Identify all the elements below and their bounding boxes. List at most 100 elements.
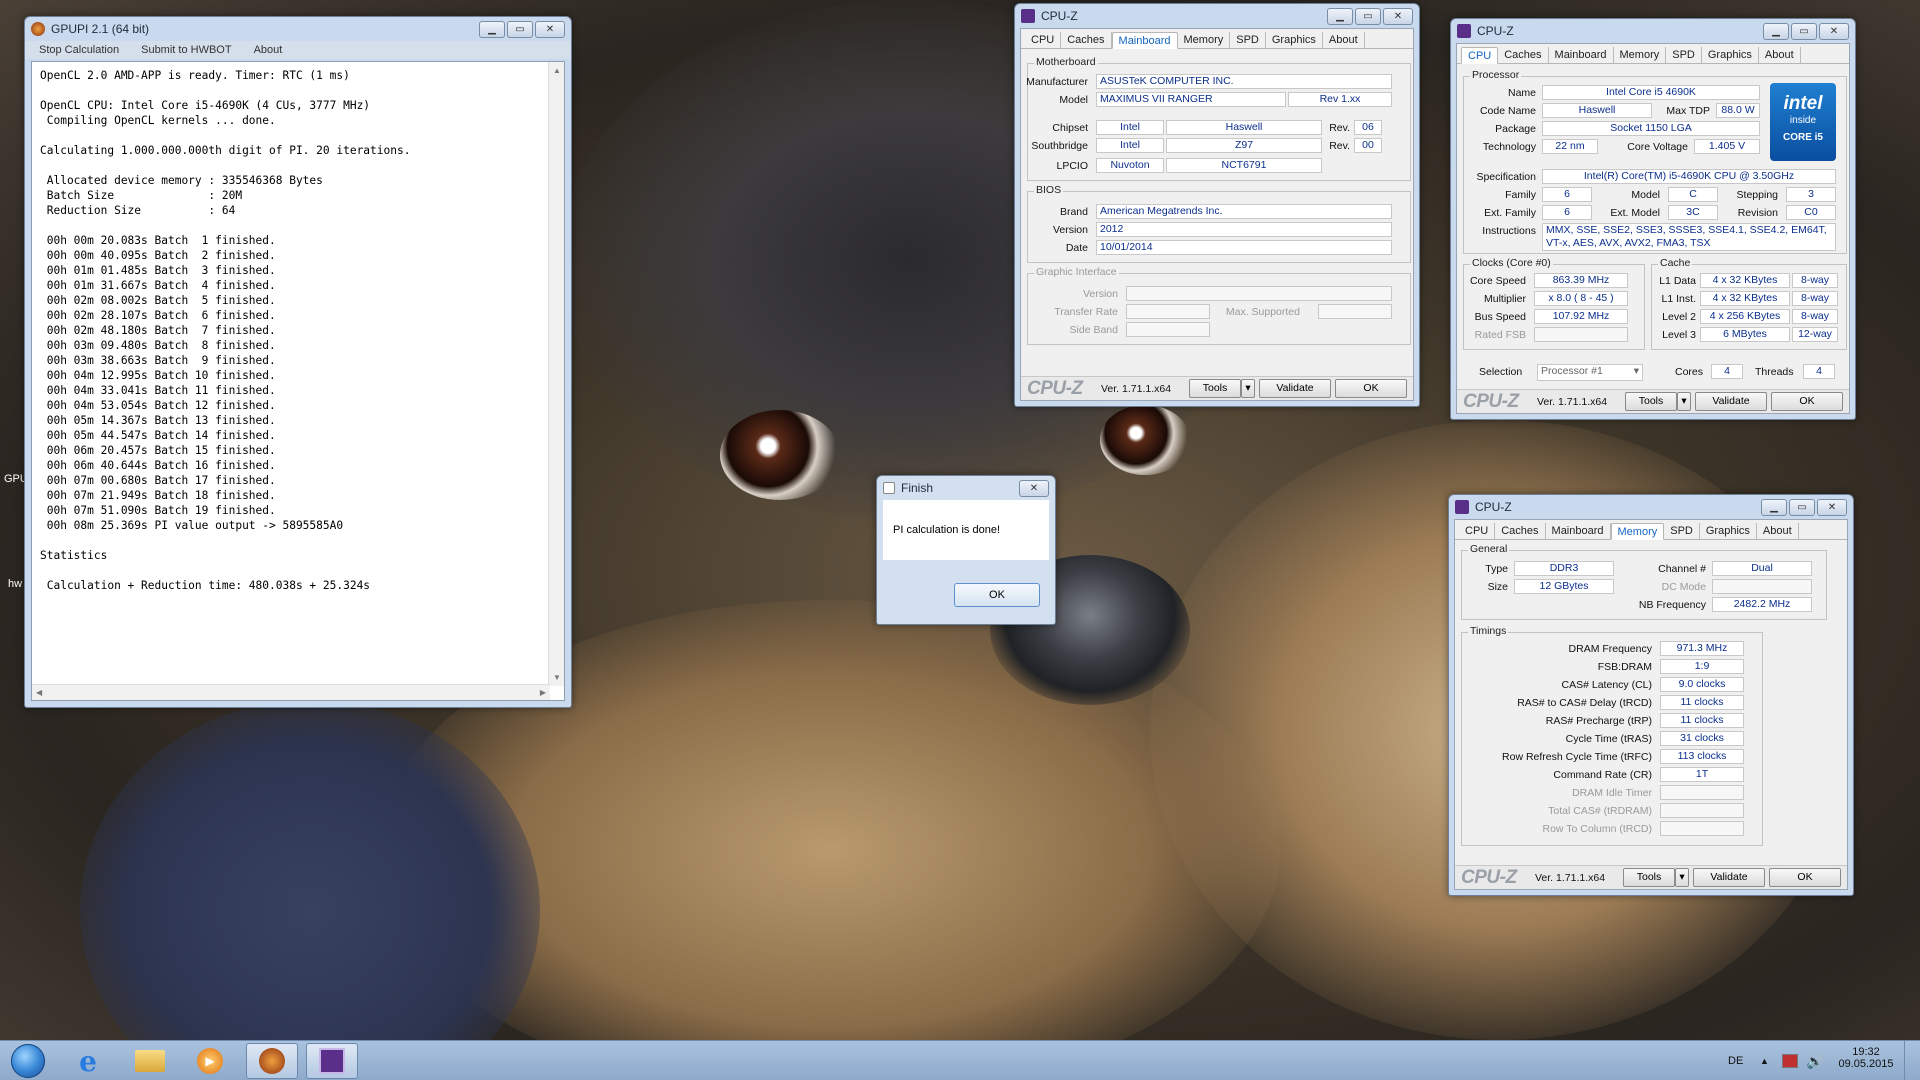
menu-stop-calculation[interactable]: Stop Calculation bbox=[39, 44, 119, 56]
scroll-up-icon[interactable]: ▲ bbox=[553, 66, 561, 75]
nb-frequency-label: NB Frequency bbox=[1638, 599, 1706, 611]
language-indicator[interactable]: DE bbox=[1728, 1041, 1743, 1080]
tab-memory[interactable]: Memory bbox=[1614, 47, 1667, 64]
minimize-button[interactable]: ▁ bbox=[479, 20, 505, 38]
validate-button[interactable]: Validate bbox=[1259, 379, 1331, 398]
general-group: General Type DDR3 Size 12 GBytes Channel… bbox=[1461, 543, 1827, 620]
maximize-button[interactable]: ▭ bbox=[507, 20, 533, 38]
ok-button[interactable]: OK bbox=[1335, 379, 1407, 398]
minimize-button[interactable]: ▁ bbox=[1761, 498, 1787, 516]
tab-mainboard[interactable]: Mainboard bbox=[1549, 47, 1614, 64]
instructions-label: Instructions bbox=[1482, 225, 1536, 237]
show-desktop-button[interactable] bbox=[1904, 1041, 1918, 1080]
network-icon[interactable] bbox=[1782, 1054, 1798, 1068]
maximize-button[interactable]: ▭ bbox=[1789, 498, 1815, 516]
menu-submit-hwbot[interactable]: Submit to HWBOT bbox=[141, 44, 231, 56]
scroll-down-icon[interactable]: ▼ bbox=[553, 673, 561, 682]
model-value: C bbox=[1668, 187, 1718, 202]
tab-graphics[interactable]: Graphics bbox=[1700, 523, 1757, 540]
level2-assoc: 8-way bbox=[1792, 309, 1838, 324]
taskbar-media-player[interactable]: ▶ bbox=[184, 1043, 236, 1079]
tools-dropdown-icon[interactable]: ▾ bbox=[1677, 392, 1691, 411]
tab-caches[interactable]: Caches bbox=[1061, 32, 1112, 49]
title-bar[interactable]: CPU-Z ▁ ▭ ✕ bbox=[1449, 495, 1853, 519]
tab-about[interactable]: About bbox=[1323, 32, 1365, 49]
type-label: Type bbox=[1485, 563, 1508, 575]
timing-label: RAS# Precharge (tRP) bbox=[1545, 715, 1652, 727]
minimize-button[interactable]: ▁ bbox=[1327, 7, 1353, 25]
processor-select[interactable]: Processor #1 ▾ bbox=[1537, 364, 1643, 381]
l1-inst-value: 4 x 32 KBytes bbox=[1700, 291, 1790, 306]
tab-about[interactable]: About bbox=[1759, 47, 1801, 64]
chipset-value: Haswell bbox=[1166, 120, 1322, 135]
taskbar-internet-explorer[interactable]: e bbox=[62, 1043, 114, 1079]
tab-spd[interactable]: SPD bbox=[1230, 32, 1266, 49]
tab-cpu[interactable]: CPU bbox=[1025, 32, 1062, 49]
clock[interactable]: 19:32 09.05.2015 bbox=[1836, 1046, 1896, 1080]
ok-button[interactable]: OK bbox=[1769, 868, 1841, 887]
scroll-left-icon[interactable]: ◀ bbox=[36, 688, 42, 697]
version-text: Ver. 1.71.1.x64 bbox=[1535, 871, 1606, 884]
taskbar-cpuz[interactable] bbox=[306, 1043, 358, 1079]
desktop-icon-label[interactable]: hw bbox=[8, 578, 22, 590]
volume-icon[interactable]: 🔊 bbox=[1806, 1041, 1823, 1080]
close-button[interactable]: ✕ bbox=[1019, 479, 1049, 497]
title-bar[interactable]: GPUPI 2.1 (64 bit) ▁ ▭ ✕ bbox=[25, 17, 571, 41]
tools-button[interactable]: Tools bbox=[1623, 868, 1675, 887]
window-title: GPUPI 2.1 (64 bit) bbox=[51, 22, 150, 36]
title-bar[interactable]: CPU-Z ▁ ▭ ✕ bbox=[1015, 4, 1419, 28]
tools-dropdown-icon[interactable]: ▾ bbox=[1675, 868, 1689, 887]
title-bar[interactable]: Finish ✕ bbox=[877, 476, 1055, 500]
close-button[interactable]: ✕ bbox=[1817, 498, 1847, 516]
menu-about[interactable]: About bbox=[254, 44, 283, 56]
tools-button[interactable]: Tools bbox=[1625, 392, 1677, 411]
tab-graphics[interactable]: Graphics bbox=[1702, 47, 1759, 64]
validate-button[interactable]: Validate bbox=[1695, 392, 1767, 411]
close-button[interactable]: ✕ bbox=[1819, 22, 1849, 40]
bios-version-value: 2012 bbox=[1096, 222, 1392, 237]
tab-spd[interactable]: SPD bbox=[1666, 47, 1702, 64]
close-button[interactable]: ✕ bbox=[1383, 7, 1413, 25]
maximize-button[interactable]: ▭ bbox=[1355, 7, 1381, 25]
window-title: CPU-Z bbox=[1475, 500, 1512, 514]
tab-cpu[interactable]: CPU bbox=[1459, 523, 1496, 540]
tab-strip: CPU Caches Mainboard Memory SPD Graphics… bbox=[1457, 44, 1849, 64]
validate-button[interactable]: Validate bbox=[1693, 868, 1765, 887]
minimize-button[interactable]: ▁ bbox=[1763, 22, 1789, 40]
group-title: Clocks (Core #0) bbox=[1470, 257, 1553, 269]
horizontal-scrollbar[interactable]: ◀ ▶ bbox=[32, 684, 550, 700]
vertical-scrollbar[interactable]: ▲ ▼ bbox=[548, 62, 564, 686]
max-tdp-label: Max TDP bbox=[1666, 105, 1710, 117]
start-button[interactable] bbox=[2, 1043, 54, 1079]
tab-memory[interactable]: Memory bbox=[1178, 32, 1231, 49]
tab-cpu[interactable]: CPU bbox=[1461, 47, 1499, 64]
brand-label: Brand bbox=[1059, 206, 1088, 218]
revision-label: Revision bbox=[1737, 207, 1778, 219]
southbridge-rev-value: 00 bbox=[1354, 138, 1382, 153]
console-output[interactable]: OpenCL 2.0 AMD-APP is ready. Timer: RTC … bbox=[31, 61, 565, 701]
taskbar-file-explorer[interactable] bbox=[124, 1043, 176, 1079]
show-hidden-icons-icon[interactable]: ▲ bbox=[1760, 1041, 1769, 1080]
tools-button[interactable]: Tools bbox=[1189, 379, 1241, 398]
intel-inside-logo: intel inside CORE i5 bbox=[1770, 83, 1836, 161]
scroll-right-icon[interactable]: ▶ bbox=[540, 688, 546, 697]
tools-dropdown-icon[interactable]: ▾ bbox=[1241, 379, 1255, 398]
title-bar[interactable]: CPU-Z ▁ ▭ ✕ bbox=[1451, 19, 1855, 43]
multiplier-label: Multiplier bbox=[1483, 293, 1526, 305]
gpupi-app-icon bbox=[31, 22, 45, 36]
timing-value: 11 clocks bbox=[1660, 695, 1744, 710]
tab-mainboard[interactable]: Mainboard bbox=[1111, 32, 1178, 49]
tab-memory[interactable]: Memory bbox=[1610, 523, 1665, 540]
ok-button[interactable]: OK bbox=[954, 583, 1040, 607]
rev-label: Rev. bbox=[1329, 140, 1350, 152]
taskbar-gpupi[interactable] bbox=[246, 1043, 298, 1079]
tab-spd[interactable]: SPD bbox=[1664, 523, 1700, 540]
maximize-button[interactable]: ▭ bbox=[1791, 22, 1817, 40]
tab-caches[interactable]: Caches bbox=[1495, 523, 1546, 540]
tab-mainboard[interactable]: Mainboard bbox=[1546, 523, 1611, 540]
tab-graphics[interactable]: Graphics bbox=[1266, 32, 1323, 49]
close-button[interactable]: ✕ bbox=[535, 20, 565, 38]
ok-button[interactable]: OK bbox=[1771, 392, 1843, 411]
tab-about[interactable]: About bbox=[1757, 523, 1799, 540]
tab-caches[interactable]: Caches bbox=[1498, 47, 1549, 64]
